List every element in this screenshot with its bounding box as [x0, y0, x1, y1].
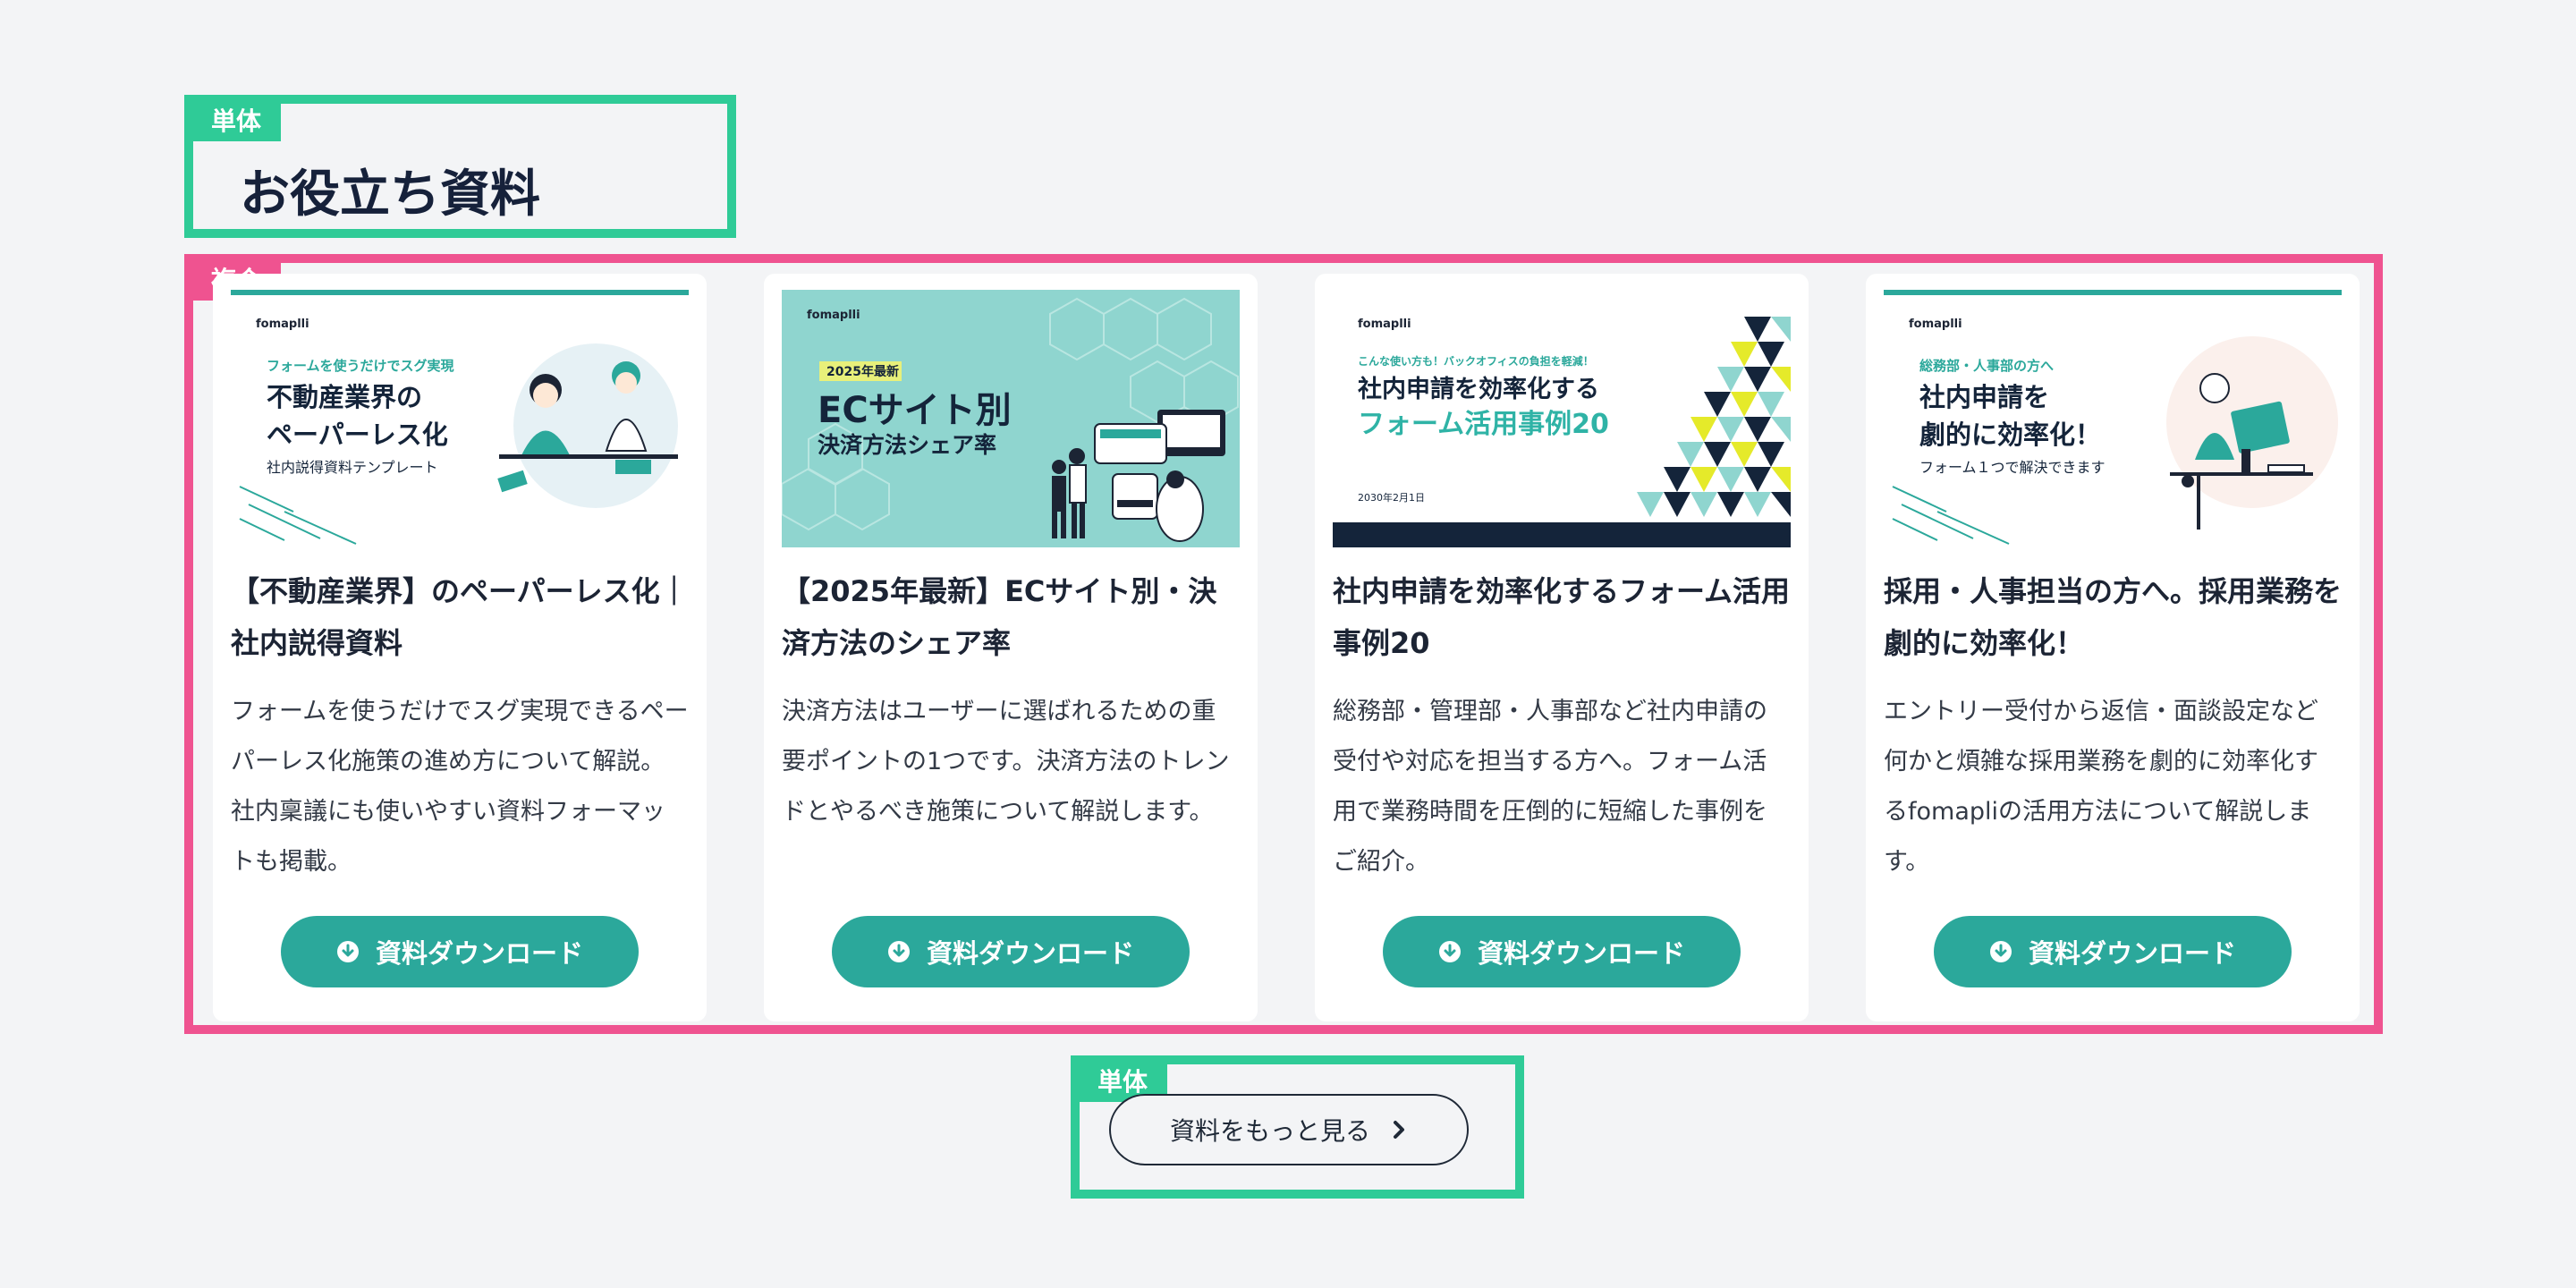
- card-title[interactable]: 採用・人事担当の方へ。採用業務を劇的に効率化！: [1884, 565, 2342, 669]
- download-button[interactable]: 資料ダウンロード: [1934, 916, 2292, 987]
- download-circle-icon: [1438, 941, 1461, 962]
- download-circle-icon: [336, 941, 359, 962]
- thumb-kicker: こんな使い方も！バックオフィスの負担を軽減！: [1358, 354, 1594, 368]
- thumb-line1: ECサイト別: [818, 390, 1012, 431]
- download-button[interactable]: 資料ダウンロード: [832, 916, 1190, 987]
- thumb-brand: fomaplli: [1909, 318, 1962, 331]
- thumb-date: 2030年2月1日: [1358, 491, 1425, 504]
- thumb-line1: 社内申請を効率化する: [1358, 375, 1599, 403]
- single-label: 単体: [191, 102, 282, 141]
- card-thumbnail[interactable]: fomaplli 2025年最新 ECサイト別 決済方法シェア率: [782, 290, 1240, 547]
- thumb-sub: 社内説得資料テンプレート: [267, 459, 438, 476]
- thumb-line2: フォーム活用事例20: [1358, 409, 1609, 440]
- section-title-frame: 単体 お役立ち資料: [184, 95, 736, 238]
- thumb-sub: フォーム１つで解決できます: [1919, 459, 2106, 476]
- download-circle-icon: [887, 941, 910, 962]
- thumb-brand: fomaplli: [256, 318, 309, 331]
- resource-card: fomaplli フォームを使うだけでスグ実現 不動産業界の ペーパーレス化 社…: [213, 274, 707, 1021]
- thumb-brand: fomaplli: [807, 309, 860, 322]
- thumb-line2: ペーパーレス化: [267, 419, 448, 450]
- chevron-right-icon: [1394, 1121, 1404, 1139]
- thumb-brand: fomaplli: [1358, 318, 1411, 331]
- card-thumbnail[interactable]: fomaplli 総務部・人事部の方へ 社内申請を 劇的に効率化！ フォーム１つ…: [1884, 290, 2342, 547]
- card-title[interactable]: 【2025年最新】ECサイト別・決済方法のシェア率: [782, 565, 1240, 669]
- thumb-badge: 2025年最新: [826, 364, 899, 379]
- card-title[interactable]: 社内申請を効率化するフォーム活用事例20: [1333, 565, 1791, 669]
- download-button[interactable]: 資料ダウンロード: [1383, 916, 1741, 987]
- download-circle-icon: [1989, 941, 2012, 962]
- resource-cards-frame: 複合 fomaplli フォームを使うだけでスグ実現 不動産業界の ペーパーレス…: [184, 254, 2383, 1034]
- card-description: 総務部・管理部・人事部など社内申請の受付や対応を担当する方へ。フォーム活用で業務…: [1333, 698, 1767, 876]
- resource-card: fomaplli 総務部・人事部の方へ 社内申請を 劇的に効率化！ フォーム１つ…: [1866, 274, 2360, 1021]
- more-resources-button[interactable]: 資料をもっと見る: [1109, 1094, 1469, 1165]
- download-label: 資料ダウンロード: [375, 938, 583, 969]
- thumb-line1: 不動産業界の: [267, 382, 422, 412]
- page-title: お役立ち資料: [240, 165, 540, 224]
- more-button-label: 資料をもっと見る: [1169, 1116, 1370, 1146]
- thumb-line2: 決済方法シェア率: [818, 432, 996, 458]
- card-title[interactable]: 【不動産業界】のペーパーレス化｜社内説得資料: [231, 565, 689, 669]
- resource-card: fomaplli 2025年最新 ECサイト別 決済方法シェア率 【2025年最…: [764, 274, 1258, 1021]
- more-button-frame: 単体 資料をもっと見る: [1071, 1055, 1524, 1199]
- download-label: 資料ダウンロード: [2028, 938, 2236, 969]
- thumb-kicker: フォームを使うだけでスグ実現: [267, 358, 454, 374]
- card-thumbnail[interactable]: fomaplli こんな使い方も！バックオフィスの負担を軽減！ 社内申請を効率化…: [1333, 290, 1791, 547]
- download-button[interactable]: 資料ダウンロード: [281, 916, 639, 987]
- download-label: 資料ダウンロード: [926, 938, 1134, 969]
- thumb-line1: 社内申請を: [1919, 382, 2049, 412]
- card-description: フォームを使うだけでスグ実現できるペーパーレス化施策の進め方について解説。社内稟…: [231, 698, 689, 876]
- card-thumbnail[interactable]: fomaplli フォームを使うだけでスグ実現 不動産業界の ペーパーレス化 社…: [231, 290, 689, 547]
- resource-card: fomaplli こんな使い方も！バックオフィスの負担を軽減！ 社内申請を効率化…: [1315, 274, 1809, 1021]
- thumb-line2: 劇的に効率化！: [1919, 419, 2101, 450]
- download-label: 資料ダウンロード: [1477, 938, 1685, 969]
- card-description: 決済方法はユーザーに選ばれるための重要ポイントの1つです。決済方法のトレンドとや…: [782, 698, 1230, 826]
- thumb-kicker: 総務部・人事部の方へ: [1919, 358, 2054, 374]
- card-description: エントリー受付から返信・面談設定など何かと煩雑な採用業務を劇的に効率化するfom…: [1884, 698, 2318, 876]
